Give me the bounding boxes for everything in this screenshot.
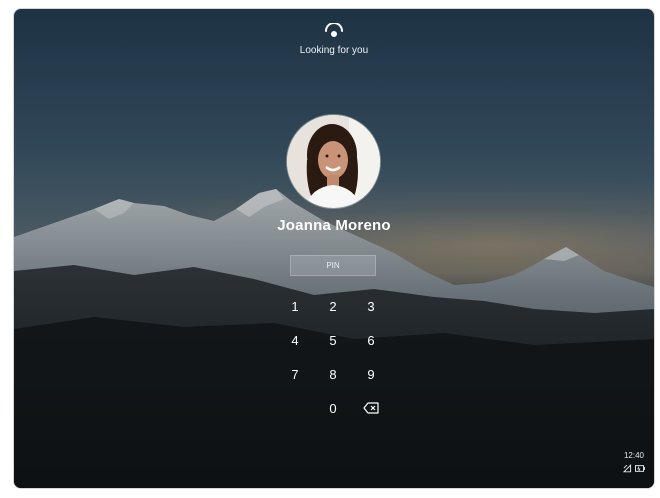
keypad-backspace-button[interactable] (356, 396, 386, 420)
system-tray (623, 464, 645, 473)
keypad-key-4[interactable]: 4 (280, 328, 310, 352)
clock-time: 12:40 (623, 451, 644, 460)
lock-screen: Looking for you Joanna Moreno PIN 1 2 3 … (14, 9, 654, 488)
keypad-key-0[interactable]: 0 (318, 396, 348, 420)
keypad-key-3[interactable]: 3 (356, 294, 386, 318)
keypad-key-7[interactable]: 7 (280, 362, 310, 386)
user-photo (287, 115, 380, 208)
user-name: Joanna Moreno (277, 217, 391, 234)
keypad-key-9[interactable]: 9 (356, 362, 386, 386)
keypad-key-2[interactable]: 2 (318, 294, 348, 318)
keypad-key-1[interactable]: 1 (280, 294, 310, 318)
network-icon[interactable] (623, 464, 632, 473)
battery-icon[interactable] (634, 464, 645, 473)
keypad-key-8[interactable]: 8 (318, 362, 348, 386)
face-status-text: Looking for you (299, 45, 369, 56)
keypad-key-5[interactable]: 5 (318, 328, 348, 352)
user-avatar (287, 115, 380, 208)
backspace-icon (363, 402, 379, 414)
face-recognition-icon (325, 23, 343, 37)
keypad-key-6[interactable]: 6 (356, 328, 386, 352)
pin-input[interactable]: PIN (290, 255, 376, 276)
